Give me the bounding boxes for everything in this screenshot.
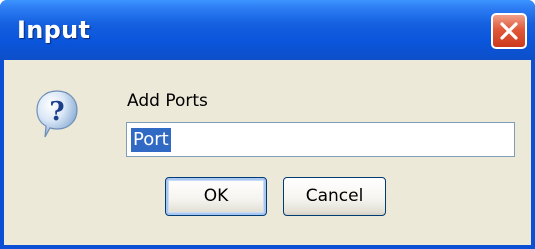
close-button[interactable] (491, 13, 527, 49)
close-x-icon (500, 22, 518, 40)
svg-text:?: ? (49, 97, 64, 127)
cancel-button[interactable]: Cancel (283, 177, 386, 216)
dialog-body: ? Add Ports Port OK Cancel (4, 60, 531, 245)
title-bar[interactable]: Input (0, 0, 535, 60)
port-input[interactable]: Port (126, 122, 515, 157)
input-selected-text[interactable]: Port (131, 128, 171, 152)
prompt-label: Add Ports (127, 91, 208, 111)
question-icon: ? (36, 90, 78, 138)
window-bottom-border (0, 245, 535, 249)
input-dialog-window: Input ? Add Ports Port OK Cancel (0, 0, 535, 249)
ok-button[interactable]: OK (165, 177, 267, 216)
window-title: Input (17, 16, 91, 44)
